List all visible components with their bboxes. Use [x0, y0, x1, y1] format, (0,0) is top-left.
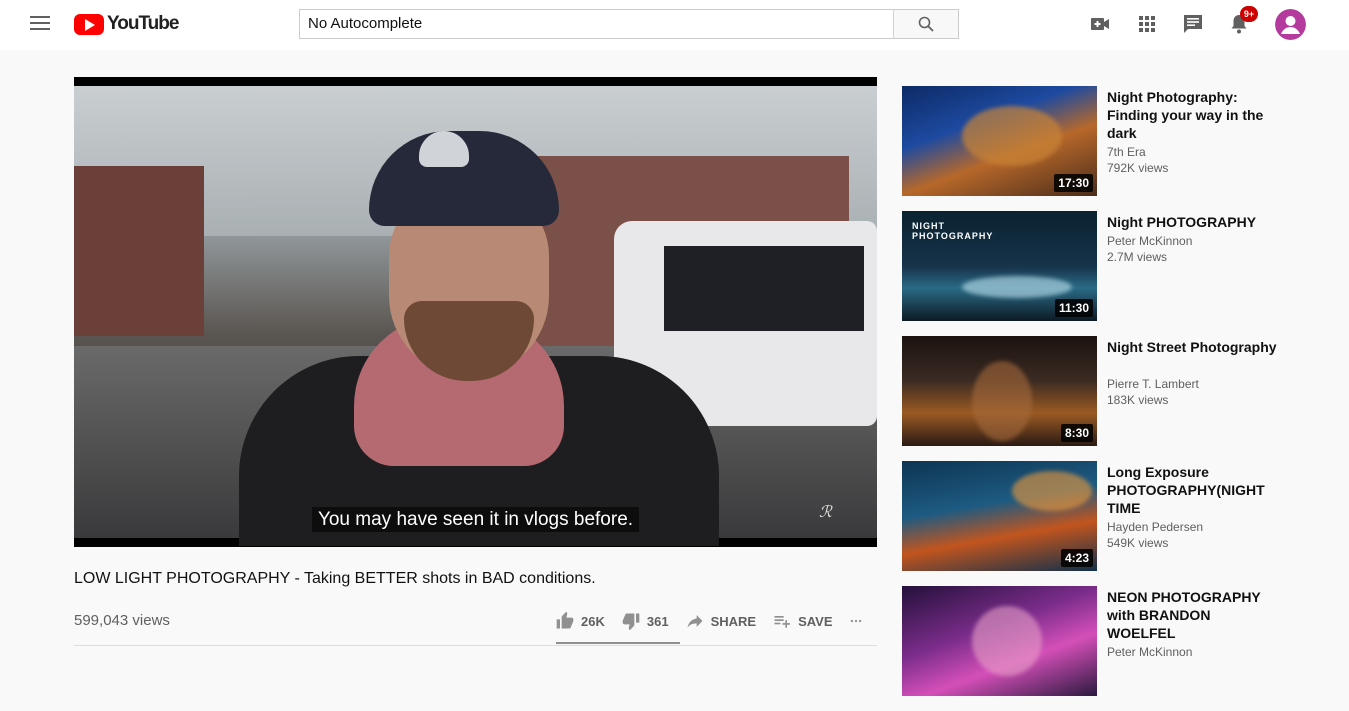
dislike-button[interactable]: 361 — [621, 611, 669, 631]
recommended-video[interactable]: 8:30 Night Street Photography Pierre T. … — [902, 336, 1282, 461]
notification-badge: 9+ — [1240, 6, 1258, 22]
share-button[interactable]: SHARE — [685, 611, 756, 631]
thumbnail-text: NIGHT PHOTOGRAPHY — [912, 221, 994, 241]
recommendations-list: 17:30 Night Photography: Finding your wa… — [902, 86, 1282, 711]
like-count: 26K — [581, 613, 605, 629]
video-title-link[interactable]: Night Photography: Finding your way in t… — [1107, 88, 1277, 142]
video-title-link[interactable]: Long Exposure PHOTOGRAPHY(NIGHT TIME — [1107, 463, 1277, 517]
channel-name[interactable]: Pierre T. Lambert — [1107, 376, 1277, 392]
playlist-add-icon — [774, 616, 790, 628]
video-thumbnail[interactable]: 8:30 — [902, 336, 1097, 446]
video-duration: 11:30 — [1054, 299, 1093, 317]
sentiment-bar — [556, 642, 680, 644]
video-duration: 8:30 — [1060, 424, 1093, 442]
video-title: LOW LIGHT PHOTOGRAPHY - Taking BETTER sh… — [74, 570, 596, 587]
video-player[interactable]: You may have seen it in vlogs before. ℛ — [74, 77, 877, 547]
video-actions: 26K 361 SHARE SAVE — [555, 610, 885, 632]
search-icon — [918, 16, 934, 32]
watermark-signature: ℛ — [819, 502, 832, 521]
channel-name[interactable]: Peter McKinnon — [1107, 233, 1277, 249]
share-arrow-icon — [687, 615, 703, 628]
messages-icon[interactable] — [1181, 12, 1205, 36]
search-button[interactable] — [893, 10, 958, 38]
video-thumbnail[interactable]: 17:30 — [902, 86, 1097, 196]
video-thumbnail[interactable]: 4:23 — [902, 461, 1097, 571]
more-actions-button[interactable] — [849, 611, 869, 631]
account-avatar-icon[interactable] — [1275, 9, 1306, 40]
video-thumbnail[interactable]: NIGHT PHOTOGRAPHY 11:30 — [902, 211, 1097, 321]
logo-text: YouTube — [107, 13, 179, 34]
recommended-video[interactable]: NIGHT PHOTOGRAPHY 11:30 Night PHOTOGRAPH… — [902, 211, 1282, 336]
recommended-video[interactable]: 17:30 Night Photography: Finding your wa… — [902, 86, 1282, 211]
video-title-link[interactable]: NEON PHOTOGRAPHY with BRANDON WOELFEL — [1107, 588, 1277, 642]
search-input[interactable] — [300, 10, 898, 36]
divider — [74, 645, 877, 646]
channel-name[interactable]: 7th Era — [1107, 144, 1277, 160]
view-count: 2.7M views — [1107, 250, 1168, 264]
video-title-link[interactable]: Night Street Photography — [1107, 338, 1277, 356]
youtube-logo[interactable]: YouTube — [74, 13, 179, 35]
thumbs-up-icon — [556, 611, 574, 629]
channel-name[interactable]: Peter McKinnon — [1107, 644, 1277, 660]
youtube-logo-icon — [74, 13, 104, 35]
save-button[interactable]: SAVE — [772, 611, 833, 631]
view-count: 549K views — [1107, 536, 1169, 550]
menu-icon[interactable] — [30, 16, 50, 34]
more-horizontal-icon — [850, 619, 861, 623]
apps-icon[interactable] — [1135, 12, 1159, 36]
video-title-link[interactable]: Night PHOTOGRAPHY — [1107, 213, 1277, 231]
video-thumbnail[interactable] — [902, 586, 1097, 696]
video-duration: 17:30 — [1054, 174, 1093, 192]
create-video-icon[interactable] — [1088, 12, 1112, 36]
channel-name[interactable]: Hayden Pedersen — [1107, 519, 1277, 535]
recommended-video[interactable]: NEON PHOTOGRAPHY with BRANDON WOELFEL Pe… — [902, 586, 1282, 711]
video-duration: 4:23 — [1060, 549, 1093, 567]
view-count: 599,043 views — [74, 612, 170, 629]
masthead: YouTube 9+ — [0, 0, 1349, 50]
thumbs-down-icon — [622, 613, 640, 631]
recommended-video[interactable]: 4:23 Long Exposure PHOTOGRAPHY(NIGHT TIM… — [902, 461, 1282, 586]
view-count: 792K views — [1107, 161, 1169, 175]
like-button[interactable]: 26K — [555, 611, 605, 631]
search-box — [299, 9, 959, 39]
video-caption: You may have seen it in vlogs before. — [74, 507, 877, 532]
dislike-count: 361 — [646, 613, 669, 629]
video-frame — [74, 86, 877, 546]
view-count: 183K views — [1107, 393, 1169, 407]
